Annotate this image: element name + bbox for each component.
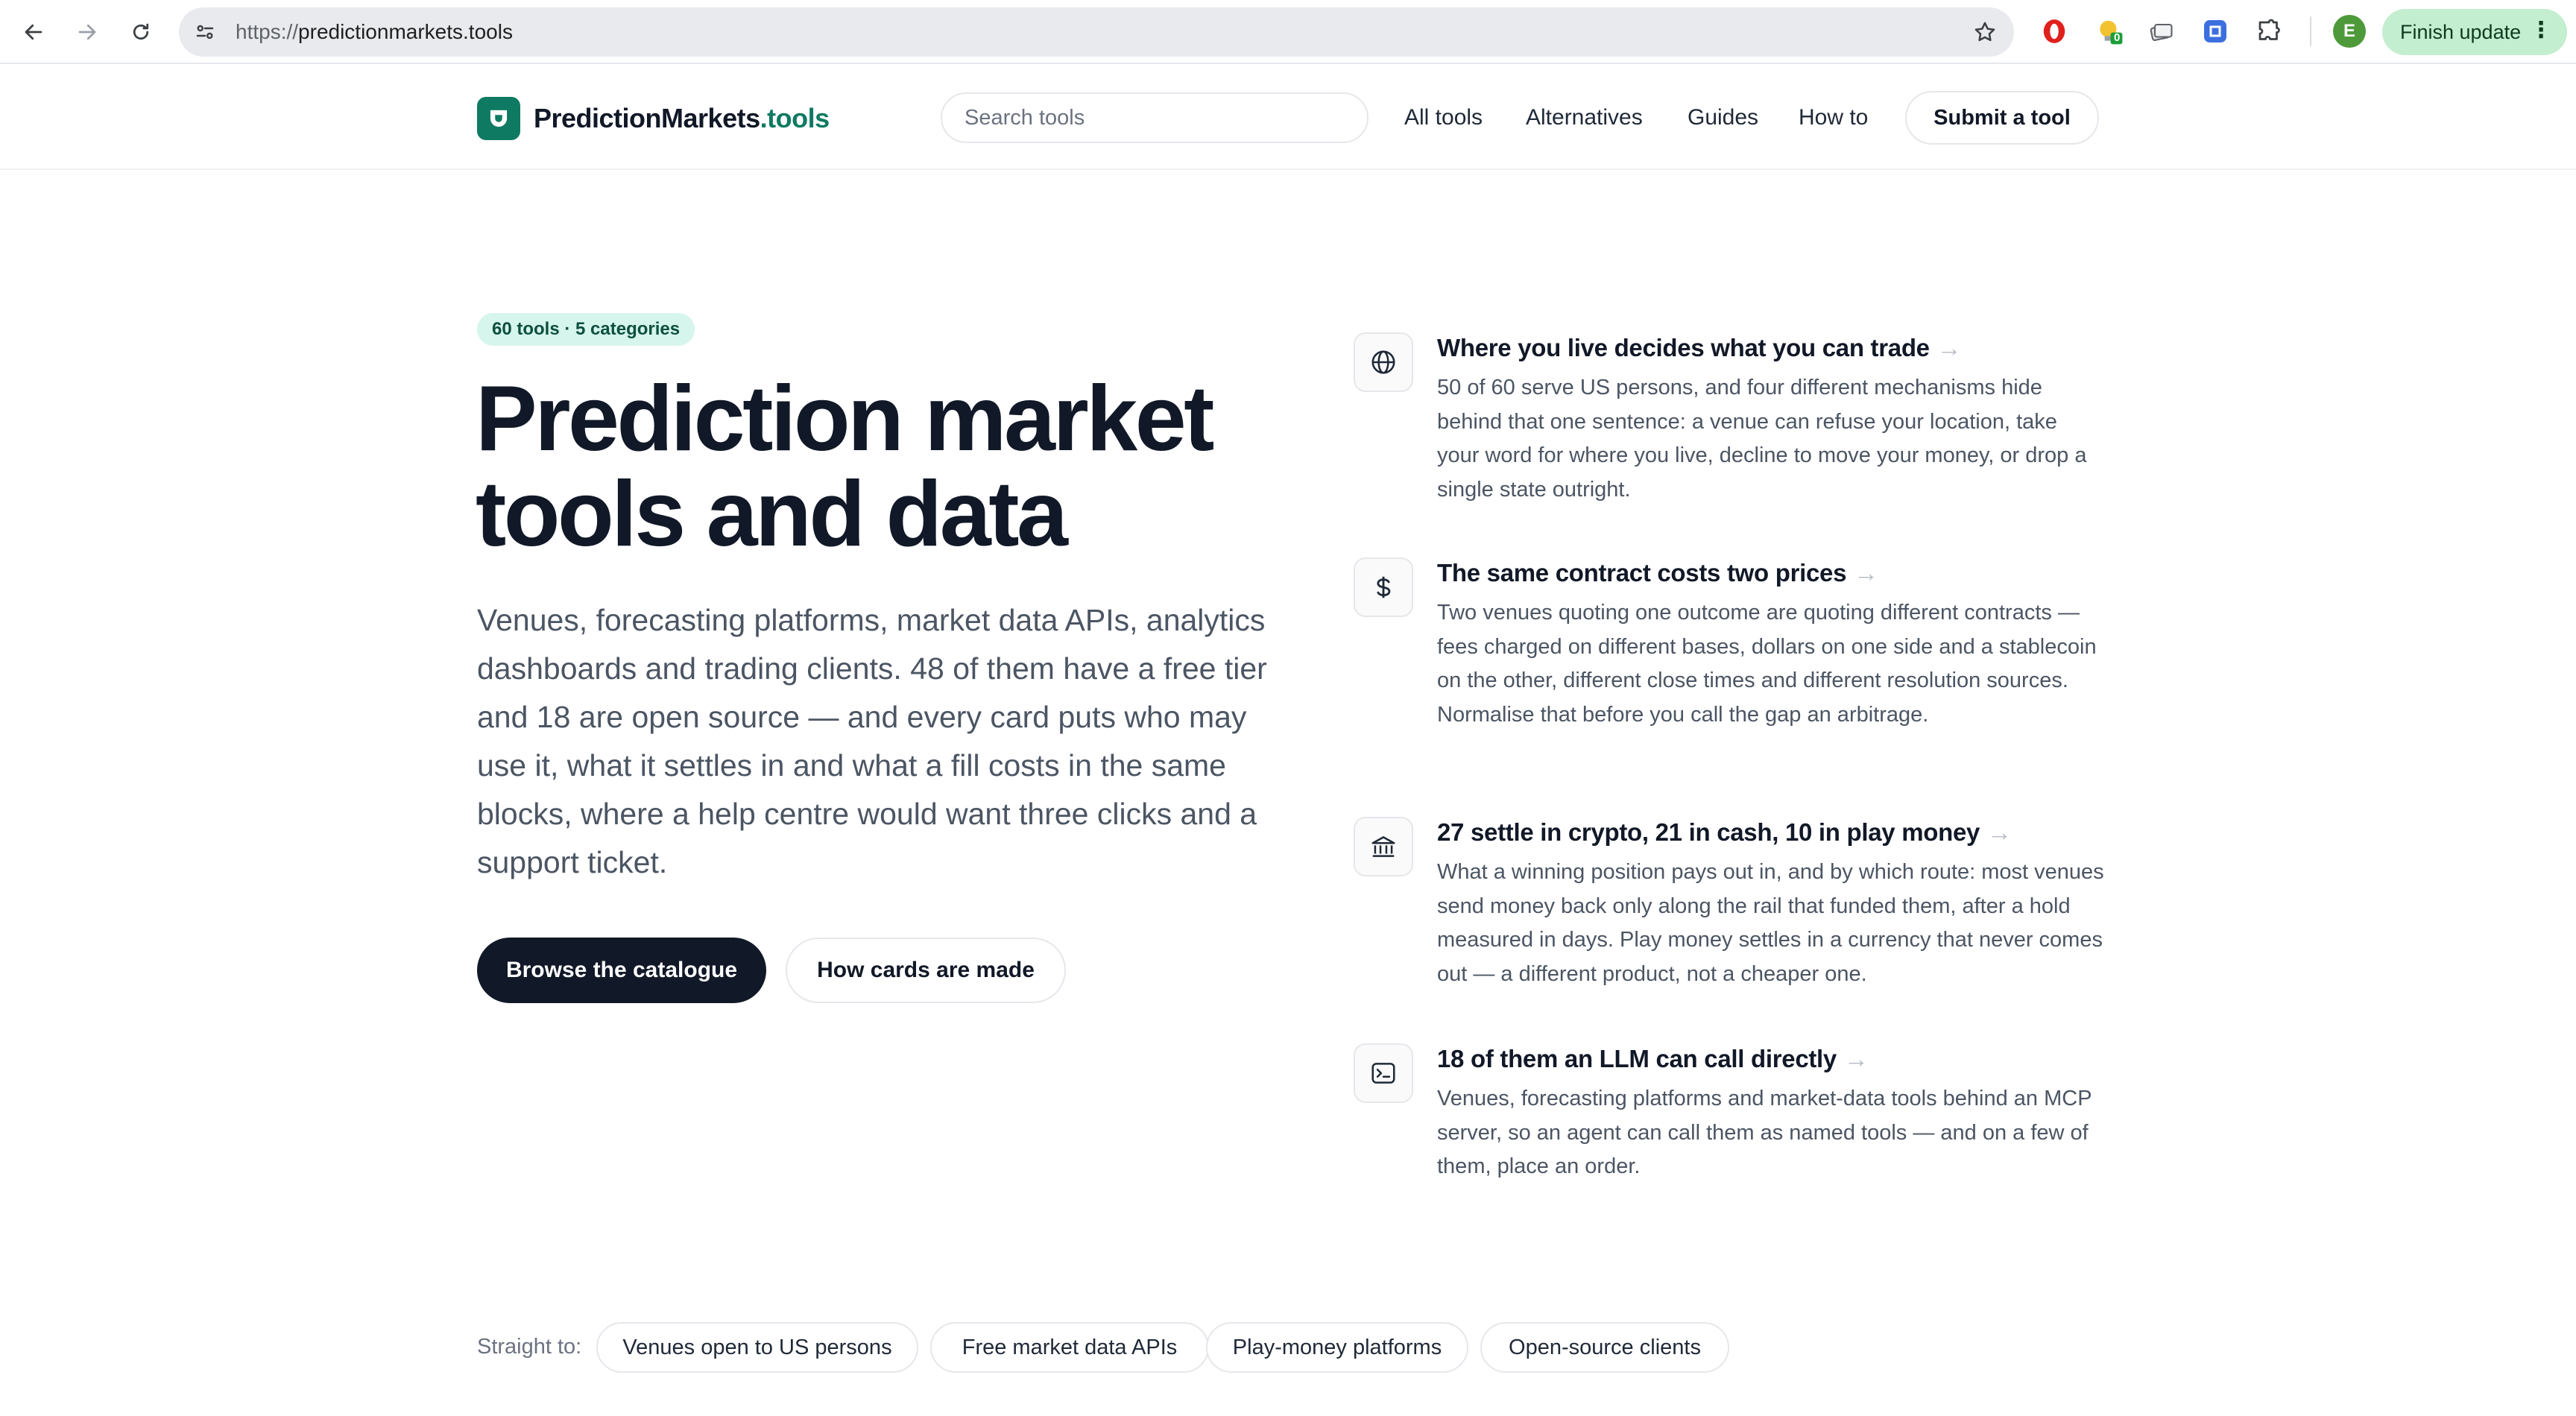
- nav-alternatives[interactable]: Alternatives: [1526, 94, 1643, 142]
- chip-venues-us[interactable]: Venues open to US persons: [596, 1322, 918, 1373]
- toolbar-divider: [2310, 16, 2311, 46]
- title-line-2: tools and data: [476, 463, 1068, 566]
- hero-description: Venues, forecasting platforms, market da…: [477, 603, 1267, 879]
- submit-tool-button[interactable]: Submit a tool: [1905, 91, 2099, 145]
- arrow-right-icon: →: [1936, 334, 1962, 361]
- terminal-icon: [1354, 1043, 1413, 1103]
- globe-icon: [1354, 332, 1413, 392]
- url-scheme: https://: [236, 20, 299, 43]
- finish-update-button[interactable]: Finish update ⋮: [2382, 9, 2567, 55]
- feature-body: Two venues quoting one outcome are quoti…: [1437, 601, 2097, 727]
- feature-title-text: 27 settle in crypto, 21 in cash, 10 in p…: [1437, 818, 1980, 846]
- logo-icon[interactable]: [477, 97, 520, 140]
- arrow-right-icon: →: [1843, 1045, 1869, 1072]
- site-header: PredictionMarkets.tools All tools Altern…: [0, 66, 2576, 170]
- feature-body: 50 of 60 serve US persons, and four diff…: [1437, 376, 2087, 502]
- reload-icon: [133, 23, 149, 40]
- site-info-icon[interactable]: [192, 19, 218, 45]
- feature-body: What a winning position pays out in, and…: [1437, 860, 2104, 986]
- back-arrow-icon: [25, 24, 42, 40]
- search-input[interactable]: [941, 92, 1368, 143]
- how-cards-made-button[interactable]: How cards are made: [786, 938, 1066, 1003]
- bulb-extension-icon[interactable]: 0: [2093, 15, 2126, 48]
- chip-play-money[interactable]: Play-money platforms: [1206, 1322, 1468, 1373]
- url-host: predictionmarkets.tools: [298, 20, 513, 43]
- extension-badge: 0: [2114, 31, 2121, 44]
- address-bar[interactable]: https://predictionmarkets.tools: [179, 7, 2014, 57]
- forward-button[interactable]: [69, 13, 106, 51]
- feature-title[interactable]: The same contract costs two prices →: [1437, 557, 2100, 589]
- feature-title-text: 18 of them an LLM can call directly: [1437, 1045, 1837, 1072]
- opera-extension-icon[interactable]: [2038, 15, 2071, 48]
- straight-to-label: Straight to:: [477, 1335, 582, 1359]
- nav-guides[interactable]: Guides: [1688, 94, 1758, 142]
- bookmark-star-icon[interactable]: [1972, 19, 1998, 45]
- browser-menu-icon[interactable]: ⋮: [2530, 19, 2552, 42]
- url-text: https://predictionmarkets.tools: [236, 7, 513, 57]
- finish-update-label: Finish update: [2400, 20, 2522, 43]
- feature-title[interactable]: 18 of them an LLM can call directly →: [1437, 1043, 2100, 1075]
- logo-wordmark[interactable]: PredictionMarkets.tools: [534, 98, 830, 139]
- page-title: Prediction market tools and data: [476, 371, 1295, 562]
- browse-catalogue-button[interactable]: Browse the catalogue: [477, 938, 766, 1003]
- browser-toolbar: https://predictionmarkets.tools 0 E Fini…: [0, 0, 2576, 64]
- arrow-right-icon: →: [1987, 818, 2012, 846]
- reload-button[interactable]: [122, 13, 160, 51]
- forward-arrow-icon: [78, 24, 96, 40]
- feature-title[interactable]: 27 settle in crypto, 21 in cash, 10 in p…: [1437, 817, 2100, 848]
- logo-name: PredictionMarkets: [534, 103, 760, 133]
- cards-extension-icon[interactable]: [2145, 15, 2178, 48]
- nav-all-tools[interactable]: All tools: [1404, 94, 1483, 142]
- chip-open-source[interactable]: Open-source clients: [1480, 1322, 1729, 1373]
- nav-how-to[interactable]: How to: [1799, 94, 1868, 142]
- bank-icon: [1354, 817, 1413, 876]
- feature-title[interactable]: Where you live decides what you can trad…: [1437, 332, 2100, 364]
- dollar-icon: [1354, 557, 1413, 617]
- back-button[interactable]: [15, 13, 52, 51]
- stats-pill: 60 tools · 5 categories: [477, 313, 695, 346]
- title-line-1: Prediction market: [476, 367, 1214, 470]
- arrow-right-icon: →: [1854, 559, 1878, 587]
- logo-tld: .tools: [760, 103, 830, 133]
- extensions-puzzle-icon[interactable]: [2253, 15, 2285, 48]
- feature-body: Venues, forecasting platforms and market…: [1437, 1087, 2092, 1178]
- feature-title-text: The same contract costs two prices: [1437, 559, 1847, 587]
- chip-free-apis[interactable]: Free market data APIs: [930, 1322, 1209, 1373]
- feature-title-text: Where you live decides what you can trad…: [1437, 334, 1930, 361]
- profile-avatar[interactable]: E: [2333, 15, 2366, 48]
- blue-extension-icon[interactable]: [2199, 15, 2232, 48]
